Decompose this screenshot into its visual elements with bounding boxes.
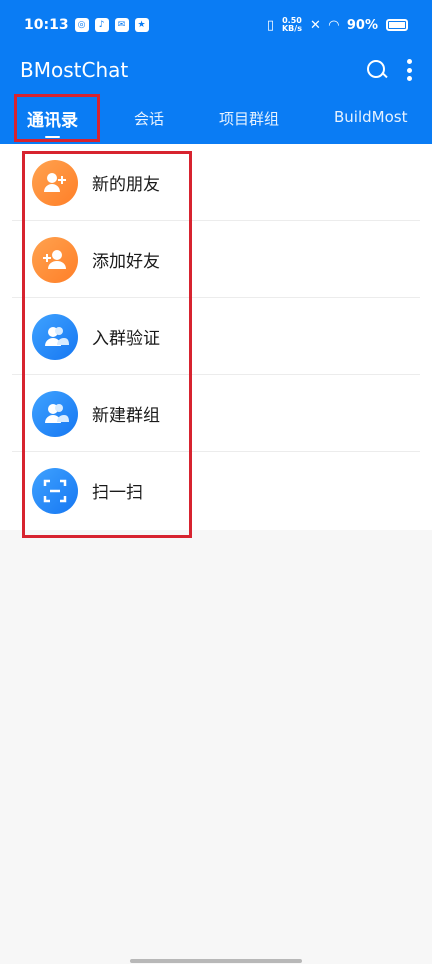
tiktok-icon: ♪ (94, 18, 109, 32)
tab-conversations[interactable]: 会话 (134, 108, 164, 129)
mail-icon: ✉ (114, 18, 129, 32)
more-options-icon[interactable] (406, 59, 412, 81)
home-indicator (130, 959, 302, 963)
vibrate-icon: ▯ (266, 17, 274, 33)
status-bar: 10:13 ◎ ♪ ✉ ★ ▯ 0.50 KB/s ✕ ◠ 90% (0, 0, 432, 50)
tab-highlight-box (14, 94, 100, 142)
search-icon[interactable] (366, 59, 388, 81)
status-notification-icons: ◎ ♪ ✉ ★ (74, 18, 149, 32)
status-time: 10:13 (24, 17, 69, 33)
battery-icon (386, 19, 408, 31)
status-right-icons: ▯ 0.50 KB/s ✕ ◠ 90% (267, 17, 408, 33)
network-speed: 0.50 KB/s (281, 16, 302, 33)
app-bar-actions (366, 59, 412, 81)
sim-icon: ✕ (309, 17, 321, 33)
wifi-icon: ◠ (328, 17, 339, 33)
menu-highlight-box (22, 151, 192, 538)
tab-project-groups[interactable]: 项目群组 (219, 108, 279, 129)
battery-percentage: 90% (346, 17, 378, 33)
app-bar: BMostChat (0, 50, 432, 90)
sync-icon: ◎ (74, 18, 89, 32)
star-icon: ★ (134, 18, 149, 32)
app-title: BMostChat (20, 58, 129, 82)
tab-buildmost[interactable]: BuildMost (334, 108, 407, 126)
